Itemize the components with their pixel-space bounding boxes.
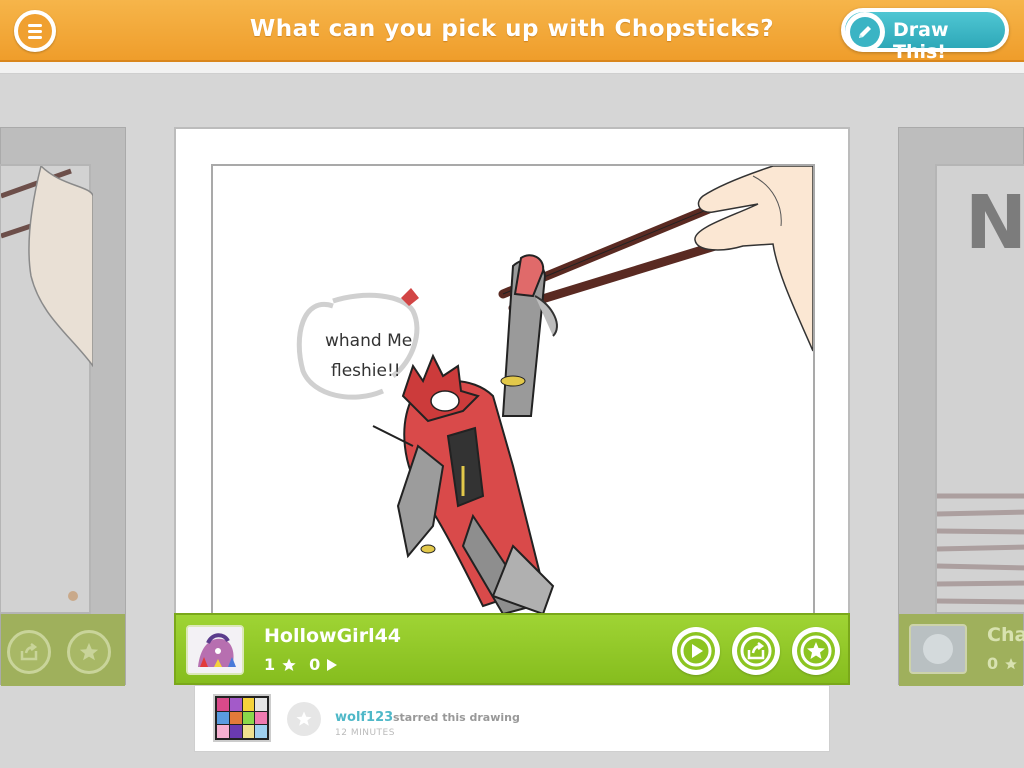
star-icon xyxy=(1005,657,1017,669)
star-button[interactable] xyxy=(792,627,840,675)
pencil-icon xyxy=(845,12,885,52)
activity-text: starred this drawing xyxy=(393,711,520,724)
speech-bubble-line2: fleshie!! xyxy=(331,361,401,381)
draw-this-label: Draw This! xyxy=(893,19,949,63)
avatar[interactable] xyxy=(186,625,244,675)
drawing-info-bar: HollowGirl44 1 0 xyxy=(174,613,850,685)
next-drawing-card[interactable]: N Cha 0 xyxy=(898,127,1024,686)
play-count: 0 xyxy=(309,655,321,674)
menu-icon xyxy=(18,14,52,48)
star-icon xyxy=(800,635,832,667)
next-drawing-bar: Cha 0 xyxy=(899,614,1024,686)
avatar[interactable] xyxy=(213,694,271,742)
star-icon xyxy=(282,657,296,671)
play-button[interactable] xyxy=(672,627,720,675)
activity-timestamp: 12 MINUTES xyxy=(335,728,395,738)
speech-bubble-line1: whand Me xyxy=(325,331,412,351)
star-count: 1 xyxy=(264,655,276,674)
avatar[interactable] xyxy=(909,624,967,674)
previous-drawing-card[interactable] xyxy=(0,127,126,686)
next-star-count: 0 xyxy=(987,654,999,673)
draw-this-button[interactable]: Draw This! xyxy=(841,8,1009,63)
artist-username[interactable]: HollowGirl44 xyxy=(264,625,401,647)
activity-username[interactable]: wolf123 xyxy=(335,710,393,725)
activity-feed-item: wolf123 starred this drawing 12 MINUTES xyxy=(194,685,830,752)
play-icon xyxy=(680,635,712,667)
drawing-stats: 1 0 xyxy=(264,655,338,674)
previous-drawing-bar xyxy=(1,614,125,686)
star-icon[interactable] xyxy=(67,630,111,674)
share-icon xyxy=(740,635,772,667)
play-icon xyxy=(327,658,338,671)
previous-drawing-canvas xyxy=(0,164,94,614)
star-icon xyxy=(287,702,321,736)
menu-button[interactable] xyxy=(14,10,56,52)
header-divider xyxy=(0,62,1024,74)
top-bar: What can you pick up with Chopsticks? Dr… xyxy=(0,0,1024,63)
next-username[interactable]: Cha xyxy=(987,624,1024,646)
share-icon[interactable] xyxy=(7,630,51,674)
share-button[interactable] xyxy=(732,627,780,675)
page-title: What can you pick up with Chopsticks? xyxy=(249,16,775,42)
next-drawing-canvas: N xyxy=(935,164,1024,614)
drawing-canvas[interactable]: whand Me fleshie!! xyxy=(211,164,815,616)
drawing-card: whand Me fleshie!! xyxy=(174,127,850,685)
